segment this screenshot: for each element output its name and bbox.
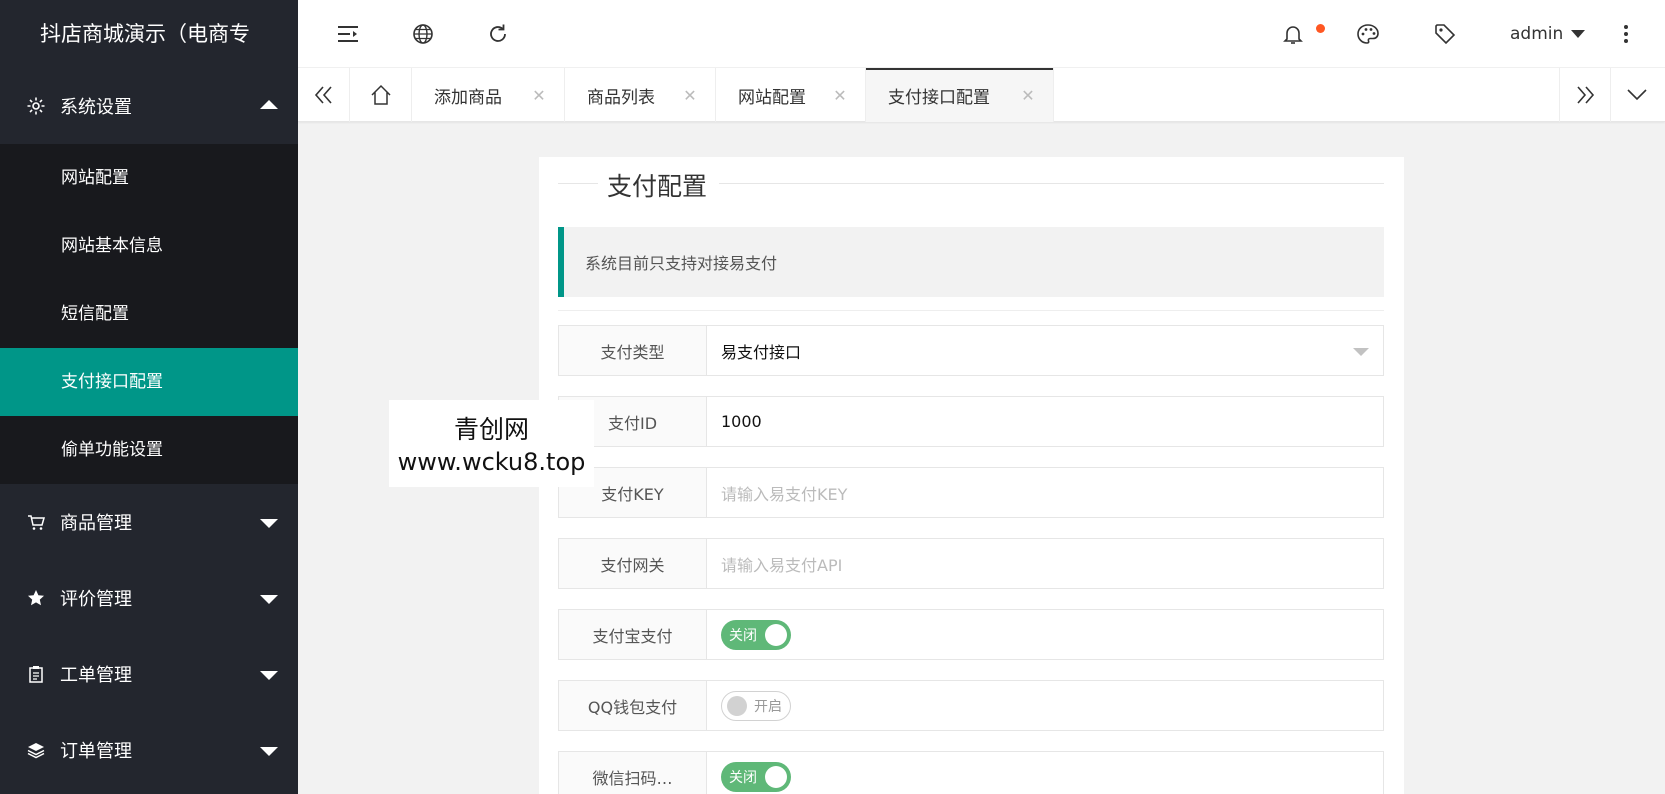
- field-label: 支付网关: [559, 539, 707, 588]
- app-logo-title[interactable]: 抖店商城演示（电商专: [0, 0, 298, 68]
- form-row-qq-wallet: QQ钱包支付 开启: [558, 680, 1384, 731]
- divider: [558, 310, 1384, 311]
- nav-head-label: 订单管理: [60, 741, 132, 762]
- tab-add-product[interactable]: 添加商品 ✕: [412, 68, 565, 122]
- tab-label: 网站配置: [738, 87, 806, 108]
- select-value: 易支付接口: [721, 342, 802, 362]
- cart-icon: [26, 512, 46, 532]
- field-label: QQ钱包支付: [559, 681, 707, 730]
- close-icon[interactable]: ✕: [681, 86, 699, 105]
- switch-text: 开启: [754, 698, 782, 715]
- refresh-icon[interactable]: [484, 20, 512, 48]
- menu-fold-icon[interactable]: [334, 20, 362, 48]
- chevron-up-icon: [260, 100, 278, 109]
- double-chevron-left-icon[interactable]: [298, 68, 350, 122]
- user-menu[interactable]: admin: [1510, 20, 1586, 48]
- qq-wallet-toggle[interactable]: 开启: [721, 690, 791, 721]
- form-row-alipay: 支付宝支付 关闭: [558, 609, 1384, 660]
- watermark-line2: www.wcku8.top: [397, 448, 586, 476]
- nav-head-label: 商品管理: [60, 513, 132, 534]
- nav-head-review-management[interactable]: 评价管理: [0, 560, 298, 636]
- legend-line-right: [719, 183, 1384, 184]
- nav-head-label: 工单管理: [60, 665, 132, 686]
- pay-id-input[interactable]: 1000: [707, 397, 1383, 446]
- tab-product-list[interactable]: 商品列表 ✕: [565, 68, 716, 122]
- sidebar: 抖店商城演示（电商专 系统设置 网站配置 网站基本信息 短信配置 支付接口配置 …: [0, 0, 298, 794]
- switch-text: 关闭: [729, 627, 757, 644]
- star-icon: [26, 588, 46, 608]
- caret-down-icon: [1571, 30, 1586, 38]
- tab-label: 添加商品: [434, 87, 502, 108]
- chevron-down-icon: [260, 747, 278, 756]
- form-row-wechat-scan: 微信扫码… 关闭: [558, 751, 1384, 794]
- pay-type-select[interactable]: 易支付接口: [707, 326, 1383, 375]
- chevron-down-icon: [260, 595, 278, 604]
- wechat-scan-toggle[interactable]: 关闭: [721, 761, 791, 792]
- form-row-pay-type: 支付类型 易支付接口: [558, 325, 1384, 376]
- wechat-scan-field: 关闭: [707, 752, 1383, 794]
- sidebar-item-sms-config[interactable]: 短信配置: [0, 280, 298, 348]
- switch-knob: [765, 623, 787, 646]
- form-row-pay-gateway: 支付网关 请输入易支付API: [558, 538, 1384, 589]
- pay-key-input[interactable]: 请输入易支付KEY: [707, 468, 1383, 517]
- tag-icon[interactable]: [1431, 20, 1459, 48]
- legend-line-left: [558, 183, 598, 184]
- switch-text: 关闭: [729, 769, 757, 786]
- top-header: admin: [298, 0, 1665, 68]
- globe-icon[interactable]: [409, 20, 437, 48]
- nav-head-ticket-management[interactable]: 工单管理: [0, 636, 298, 712]
- tab-label: 商品列表: [587, 87, 655, 108]
- payment-config-card: 支付配置 系统目前只支持对接易支付 支付类型 易支付接口 支付ID 1000 支…: [539, 157, 1404, 794]
- field-label: 微信扫码…: [559, 752, 707, 794]
- caret-down-icon: [1353, 347, 1369, 356]
- layers-icon: [26, 740, 46, 760]
- watermark-line1: 青创网: [453, 415, 529, 444]
- notification-dot: [1316, 24, 1325, 33]
- sidebar-item-site-basic-info[interactable]: 网站基本信息: [0, 212, 298, 280]
- tab-label: 支付接口配置: [888, 87, 990, 108]
- switch-knob: [765, 765, 787, 788]
- qq-wallet-field: 开启: [707, 681, 1383, 730]
- sidebar-item-order-steal-settings[interactable]: 偷单功能设置: [0, 416, 298, 484]
- theme-icon[interactable]: [1354, 20, 1382, 48]
- sidebar-item-site-config[interactable]: 网站配置: [0, 144, 298, 212]
- tabs-bar: 添加商品 ✕ 商品列表 ✕ 网站配置 ✕ 支付接口配置 ✕: [298, 68, 1665, 122]
- clipboard-icon: [26, 664, 46, 684]
- nav-head-label: 系统设置: [60, 97, 132, 118]
- submenu-system: 网站配置 网站基本信息 短信配置 支付接口配置 偷单功能设置: [0, 144, 298, 484]
- close-icon[interactable]: ✕: [831, 86, 849, 105]
- tab-payment-config[interactable]: 支付接口配置 ✕: [866, 68, 1054, 122]
- close-icon[interactable]: ✕: [1019, 86, 1037, 105]
- form-row-pay-key: 支付KEY 请输入易支付KEY: [558, 467, 1384, 518]
- more-vertical-icon[interactable]: [1612, 20, 1640, 48]
- chevron-down-icon[interactable]: [1611, 68, 1663, 122]
- alipay-toggle[interactable]: 关闭: [721, 619, 791, 650]
- close-icon[interactable]: ✕: [530, 86, 548, 105]
- chevron-down-icon: [260, 519, 278, 528]
- user-name: admin: [1510, 24, 1564, 44]
- sidebar-item-payment-config[interactable]: 支付接口配置: [0, 348, 298, 416]
- nav-head-label: 评价管理: [60, 589, 132, 610]
- bell-icon[interactable]: [1279, 20, 1307, 48]
- nav-group-system: 系统设置 网站配置 网站基本信息 短信配置 支付接口配置 偷单功能设置: [0, 68, 298, 484]
- double-chevron-right-icon[interactable]: [1559, 68, 1611, 122]
- chevron-down-icon: [260, 671, 278, 680]
- home-icon[interactable]: [350, 68, 412, 122]
- nav-head-product-management[interactable]: 商品管理: [0, 484, 298, 560]
- field-label: 支付宝支付: [559, 610, 707, 659]
- form-row-pay-id: 支付ID 1000: [558, 396, 1384, 447]
- notice-quote: 系统目前只支持对接易支付: [558, 227, 1384, 297]
- switch-knob: [727, 695, 747, 716]
- field-label: 支付类型: [559, 326, 707, 375]
- pay-gateway-input[interactable]: 请输入易支付API: [707, 539, 1383, 588]
- tab-site-config[interactable]: 网站配置 ✕: [716, 68, 866, 122]
- nav-head-order-management[interactable]: 订单管理: [0, 712, 298, 788]
- watermark-overlay: 青创网 www.wcku8.top: [389, 400, 594, 487]
- nav-head-system-settings[interactable]: 系统设置: [0, 68, 298, 144]
- alipay-field: 关闭: [707, 610, 1383, 659]
- form-legend: 支付配置: [599, 167, 716, 203]
- gear-icon: [26, 96, 46, 116]
